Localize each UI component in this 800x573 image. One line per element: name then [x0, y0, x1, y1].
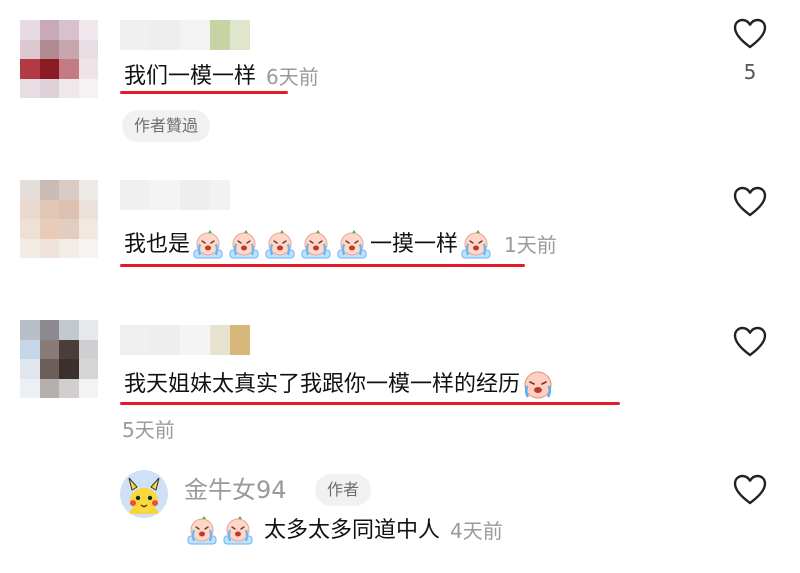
comment-text: 我天姐妹太真实了我跟你一模一样的经历	[124, 370, 556, 400]
heart-outline-icon[interactable]	[733, 18, 767, 50]
crying-face-emoji	[221, 516, 255, 546]
like-count: 5	[743, 60, 757, 84]
username-blurred[interactable]	[120, 180, 230, 210]
comment-time: 6天前	[266, 65, 319, 89]
crying-face-emoji	[299, 230, 333, 260]
crying-face-emoji	[191, 230, 225, 260]
reply-author-name[interactable]: 金牛女94	[184, 474, 287, 506]
reply-text: 太多太多同道中人 4天前	[184, 516, 503, 546]
crying-face-emoji	[335, 230, 369, 260]
comment-text: 我们一模一样 6天前	[124, 62, 319, 92]
crying-face-emoji	[263, 230, 297, 260]
comment-text: 我也是 一摸一样 1天前	[124, 230, 557, 260]
heart-outline-icon[interactable]	[733, 326, 767, 358]
annotation-underline	[120, 402, 620, 405]
author-tag: 作者	[315, 474, 372, 506]
username-blurred[interactable]	[120, 325, 250, 355]
heart-outline-icon[interactable]	[733, 186, 767, 218]
annotation-underline	[120, 264, 525, 267]
crying-face-emoji	[459, 230, 493, 260]
avatar[interactable]	[20, 320, 98, 398]
avatar[interactable]	[20, 20, 98, 98]
comment-time: 5天前	[122, 418, 175, 442]
username-blurred[interactable]	[120, 20, 250, 50]
crying-face-emoji	[521, 370, 555, 400]
heart-outline-icon[interactable]	[733, 474, 767, 506]
author-avatar[interactable]	[120, 470, 168, 518]
avatar[interactable]	[20, 180, 98, 258]
author-liked-badge: 作者贊過	[122, 110, 211, 142]
annotation-underline	[120, 91, 288, 94]
crying-face-emoji	[227, 230, 261, 260]
comment-time: 1天前	[504, 233, 557, 257]
reply-time: 4天前	[450, 519, 503, 543]
crying-face-emoji	[185, 516, 219, 546]
